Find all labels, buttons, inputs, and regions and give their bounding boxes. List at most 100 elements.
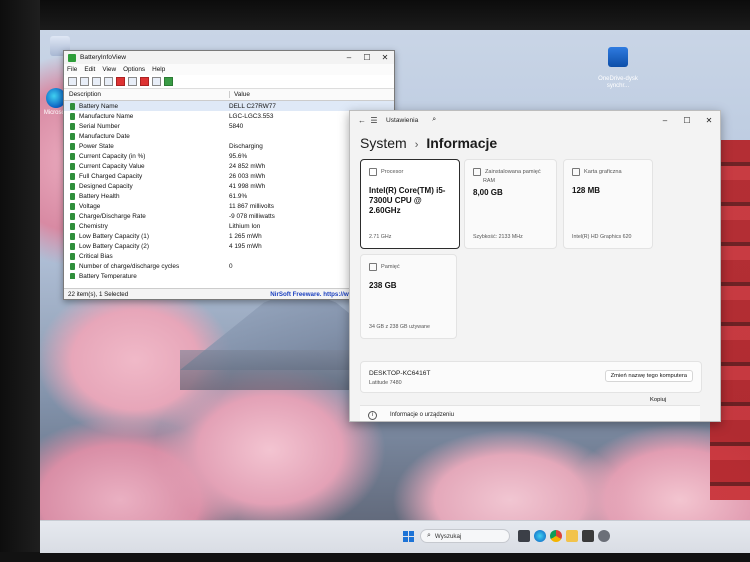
save-icon[interactable] [92, 77, 101, 86]
start-button[interactable] [403, 531, 414, 542]
properties-icon[interactable] [68, 77, 77, 86]
graphics-card[interactable]: Karta graficzna 128 MB Intel(R) HD Graph… [563, 159, 653, 249]
row-description: Number of charge/discharge cycles [64, 262, 224, 270]
row-description: Critical Bias [64, 252, 224, 260]
table-row[interactable]: Number of charge/discharge cycles 0 [64, 261, 394, 271]
info-icon: i [368, 411, 377, 420]
taskbar-search-placeholder: Wyszukaj [434, 532, 462, 540]
maximize-icon[interactable]: ☐ [676, 116, 698, 125]
copy-button[interactable]: Kopiuj [650, 397, 666, 403]
copy-icon[interactable] [80, 77, 89, 86]
device-name-bar: DESKTOP-KC6416T Latitude 7480 Zmień nazw… [360, 361, 702, 393]
table-row[interactable]: Current Capacity Value 24 852 mWh [64, 161, 394, 171]
table-row[interactable]: Battery Name DELL C27RW77 [64, 101, 394, 111]
chrome-icon[interactable] [550, 530, 562, 542]
task-view-icon[interactable] [518, 530, 530, 542]
table-row[interactable]: Power State Discharging [64, 141, 394, 151]
storage-value: 238 GB [369, 281, 397, 290]
table-row[interactable]: Low Battery Capacity (2) 4 195 mWh [64, 241, 394, 251]
settings-gear-icon[interactable] [598, 530, 610, 542]
column-header-description[interactable]: Description [64, 91, 229, 98]
column-header-value[interactable]: Value [229, 91, 394, 98]
row-description: Serial Number [64, 122, 224, 130]
batteryinfoview-window: BatteryInfoView – ☐ ✕ File Edit View Opt… [63, 50, 395, 300]
table-row[interactable]: Manufacture Name LGC-LGC3.553 [64, 111, 394, 121]
card-label: Karta graficzna [572, 168, 644, 176]
breadcrumb: System › Informacje [360, 135, 497, 151]
memory-card[interactable]: Zainstalowana pamięć RAM 8,00 GB Szybkoś… [464, 159, 557, 249]
menu-view[interactable]: View [102, 66, 116, 73]
graphics-value: 128 MB [572, 186, 601, 195]
stop-icon[interactable] [140, 77, 149, 86]
back-arrow-icon[interactable]: ← [356, 116, 368, 125]
row-description: Battery Health [64, 192, 224, 200]
battery-row-icon [70, 112, 75, 120]
status-count: 22 item(s), 1 Selected [68, 290, 129, 298]
battery-row-icon [70, 222, 75, 230]
table-row[interactable]: Charge/Discharge Rate -9 078 milliwatts [64, 211, 394, 221]
rename-pc-button[interactable]: Zmień nazwę tego komputera [604, 370, 693, 382]
battery-row-icon [70, 142, 75, 150]
window-titlebar[interactable]: BatteryInfoView – ☐ ✕ [64, 51, 394, 64]
store-icon[interactable] [582, 530, 594, 542]
graphics-name: Intel(R) HD Graphics 620 [572, 234, 632, 240]
table-row[interactable]: Battery Temperature [64, 271, 394, 279]
search-icon: ⌕ [427, 532, 431, 539]
graphics-icon [572, 168, 580, 176]
row-description: Battery Temperature [64, 272, 224, 279]
menu-edit[interactable]: Edit [84, 66, 95, 73]
menu-file[interactable]: File [67, 66, 77, 73]
menu-bar: File Edit View Options Help [64, 64, 394, 75]
table-row[interactable]: Current Capacity (in %) 95.6% [64, 151, 394, 161]
row-description: Low Battery Capacity (2) [64, 242, 224, 250]
settings-titlebar[interactable]: ← ☰ Ustawienia ⌕ – ☐ ✕ [350, 111, 720, 129]
device-name: DESKTOP-KC6416T [369, 370, 431, 377]
close-icon[interactable]: ✕ [698, 116, 720, 125]
battery-row-icon [70, 122, 75, 130]
options-icon[interactable] [152, 77, 161, 86]
table-row[interactable]: Chemistry Lithium Ion [64, 221, 394, 231]
row-description: Designed Capacity [64, 182, 224, 190]
html-report-icon[interactable] [128, 77, 137, 86]
row-description: Current Capacity (in %) [64, 152, 224, 160]
table-row[interactable]: Manufacture Date [64, 131, 394, 141]
battery-row-icon [70, 232, 75, 240]
run-icon[interactable] [164, 77, 173, 86]
search-icon[interactable]: ⌕ [432, 116, 436, 124]
memory-speed: Szybkość: 2133 MHz [473, 234, 523, 240]
maximize-icon[interactable]: ☐ [358, 53, 376, 62]
status-bar: 22 item(s), 1 Selected NirSoft Freeware.… [64, 288, 394, 299]
minimize-icon[interactable]: – [340, 53, 358, 62]
delete-icon[interactable] [116, 77, 125, 86]
processor-speed: 2.71 GHz [369, 234, 392, 240]
menu-help[interactable]: Help [152, 66, 165, 73]
battery-row-icon [70, 182, 75, 190]
battery-row-icon [70, 242, 75, 250]
settings-app-title: Ustawienia [386, 116, 419, 124]
row-description: Battery Name [64, 102, 224, 110]
storage-card[interactable]: Pamięć 238 GB 34 GB z 238 GB używane [360, 254, 457, 339]
refresh-icon[interactable] [104, 77, 113, 86]
table-row[interactable]: Serial Number 5840 [64, 121, 394, 131]
page-title: Informacje [426, 135, 498, 151]
hamburger-menu-icon[interactable]: ☰ [368, 116, 380, 125]
edge-icon[interactable] [534, 530, 546, 542]
menu-options[interactable]: Options [123, 66, 145, 73]
taskbar-search[interactable]: ⌕ Wyszukaj [420, 529, 510, 543]
desktop-icon-onedrive[interactable]: OneDrive-dysk synchr... [592, 40, 644, 90]
table-row[interactable]: Voltage 11 867 millivolts [64, 201, 394, 211]
minimize-icon[interactable]: – [654, 116, 676, 125]
device-info-section[interactable]: i Informacje o urządzeniu [360, 405, 700, 421]
close-icon[interactable]: ✕ [376, 53, 394, 62]
file-explorer-icon[interactable] [566, 530, 578, 542]
table-row[interactable]: Full Charged Capacity 26 003 mWh [64, 171, 394, 181]
card-label: Zainstalowana pamięć [473, 168, 548, 176]
table-row[interactable]: Critical Bias [64, 251, 394, 261]
table-row[interactable]: Low Battery Capacity (1) 1 265 mWh [64, 231, 394, 241]
window-title: BatteryInfoView [80, 54, 127, 61]
breadcrumb-system[interactable]: System [360, 135, 407, 151]
taskbar: ⌕ Wyszukaj [40, 520, 750, 553]
table-row[interactable]: Designed Capacity 41 998 mWh [64, 181, 394, 191]
processor-card[interactable]: Procesor Intel(R) Core(TM) i5-7300U CPU … [360, 159, 460, 249]
table-row[interactable]: Battery Health 61.9% [64, 191, 394, 201]
